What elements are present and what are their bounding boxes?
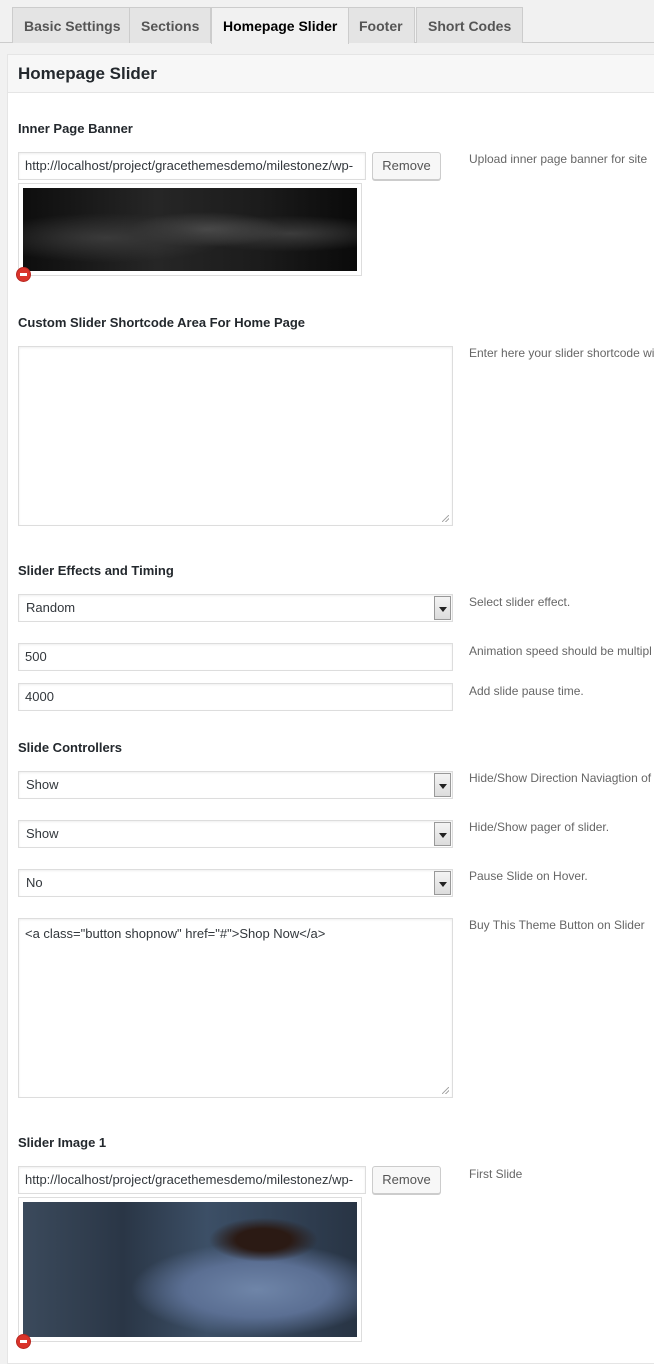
inner-banner-image [23,188,357,271]
panel-title: Homepage Slider [18,64,157,83]
animation-speed-input[interactable]: 500 [18,643,453,671]
controllers-label: Slide Controllers [18,740,123,755]
inner-banner-label: Inner Page Banner [18,121,133,136]
direction-nav-value: Show [26,777,59,792]
inner-banner-url-input[interactable]: http://localhost/project/gracethemesdemo… [18,152,366,180]
tab-short-codes[interactable]: Short Codes [416,7,524,43]
inner-banner-remove-icon[interactable] [17,268,30,281]
custom-slider-resize-handle[interactable] [442,515,449,522]
custom-slider-description: Enter here your slider shortcode wit [469,346,654,360]
slider-image-1-remove-icon[interactable] [17,1335,30,1348]
tab-basic-settings[interactable]: Basic Settings [12,7,133,43]
pager-select[interactable]: Show [18,820,453,848]
shop-button-description: Buy This Theme Button on Slider [469,918,645,932]
effects-label: Slider Effects and Timing [18,563,174,578]
settings-tabs: Basic Settings Sections Homepage Slider … [0,0,654,44]
panel-header: Homepage Slider [8,55,654,93]
chevron-down-icon[interactable] [434,773,451,797]
chevron-down-icon[interactable] [434,822,451,846]
direction-nav-select[interactable]: Show [18,771,453,799]
slider-effect-description: Select slider effect. [469,595,571,609]
tab-sections[interactable]: Sections [129,7,212,43]
slider-image-1-description: First Slide [469,1167,523,1181]
settings-panel: Homepage Slider Inner Page Banner http:/… [7,54,654,1364]
direction-nav-description: Hide/Show Direction Naviagtion of [469,771,652,785]
chevron-down-icon[interactable] [434,871,451,895]
shop-button-code-textarea[interactable]: <a class="button shopnow" href="#">Shop … [18,918,453,1098]
slider-image-1-remove-button[interactable]: Remove [372,1166,441,1194]
pause-time-description: Add slide pause time. [469,684,584,698]
tab-footer[interactable]: Footer [347,7,415,43]
slider-effect-value: Random [26,600,76,615]
pause-hover-description: Pause Slide on Hover. [469,869,588,883]
inner-banner-description: Upload inner page banner for site [469,152,648,166]
pause-hover-value: No [26,875,43,890]
slider-image-1-url-input[interactable]: http://localhost/project/gracethemesdemo… [18,1166,366,1194]
pause-time-input[interactable]: 4000 [18,683,453,711]
slider-image-1-preview [18,1197,362,1342]
inner-banner-remove-button[interactable]: Remove [372,152,441,180]
slider-image-1-image [23,1202,357,1337]
tab-homepage-slider[interactable]: Homepage Slider [211,7,350,44]
pager-value: Show [26,826,59,841]
animation-speed-description: Animation speed should be multipl [469,644,652,658]
pause-hover-select[interactable]: No [18,869,453,897]
inner-banner-preview [18,183,362,276]
custom-slider-textarea[interactable] [18,346,453,526]
custom-slider-label: Custom Slider Shortcode Area For Home Pa… [18,315,306,330]
chevron-down-icon[interactable] [434,596,451,620]
pager-description: Hide/Show pager of slider. [469,820,610,834]
shop-button-resize-handle[interactable] [442,1087,449,1094]
slider-image-1-label: Slider Image 1 [18,1135,107,1150]
slider-effect-select[interactable]: Random [18,594,453,622]
